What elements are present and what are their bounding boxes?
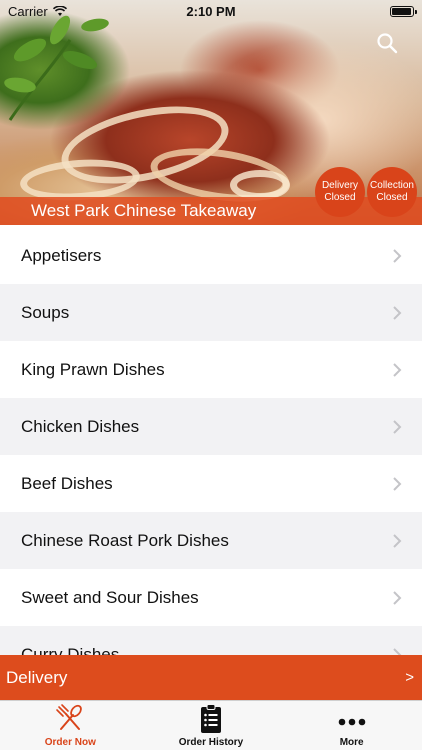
delivery-status-badge: Delivery Closed (315, 167, 365, 217)
collection-status-line1: Collection (370, 180, 414, 191)
menu-item-label: King Prawn Dishes (21, 359, 165, 379)
fork-knife-icon (56, 704, 83, 730)
chevron-right-icon (393, 590, 402, 605)
menu-item-label: Curry Dishes (21, 644, 120, 656)
tab-label: More (339, 737, 364, 748)
wifi-icon (52, 5, 67, 16)
chevron-right-icon (393, 248, 402, 263)
collection-status-line2: Closed (376, 192, 408, 203)
delivery-mode-label: Delivery (6, 667, 68, 687)
tab-order-now[interactable]: Order Now (0, 701, 141, 750)
tab-more[interactable]: More (281, 701, 422, 750)
search-icon[interactable] (376, 32, 398, 54)
menu-item-curry[interactable]: Curry Dishes (0, 626, 422, 655)
status-bar: Carrier 2:10 PM (0, 0, 422, 22)
menu-item-beef[interactable]: Beef Dishes (0, 455, 422, 512)
chevron-right-icon (393, 533, 402, 548)
menu-item-label: Appetisers (21, 245, 102, 265)
tab-label: Order History (178, 737, 244, 748)
clipboard-icon (201, 704, 221, 733)
menu-item-appetisers[interactable]: Appetisers (0, 227, 422, 284)
menu-item-soups[interactable]: Soups (0, 284, 422, 341)
battery-icon (390, 5, 417, 17)
chevron-right-icon (393, 647, 402, 655)
tab-bar: Order Now Order History More (0, 700, 422, 750)
chevron-right-icon (393, 476, 402, 491)
tab-order-history[interactable]: Order History (141, 701, 282, 750)
delivery-arrow-icon: > (405, 669, 414, 686)
menu-item-roast-pork[interactable]: Chinese Roast Pork Dishes (0, 512, 422, 569)
menu-item-label: Soups (21, 302, 70, 322)
menu-item-chicken[interactable]: Chicken Dishes (0, 398, 422, 455)
delivery-status-line2: Closed (324, 192, 356, 203)
menu-item-label: Beef Dishes (21, 473, 113, 493)
restaurant-name: West Park Chinese Takeaway (31, 201, 257, 220)
more-dots-icon (338, 718, 365, 726)
delivery-mode-bar[interactable]: Delivery > (0, 655, 422, 700)
menu-category-list[interactable]: Appetisers Soups King Prawn Dishes Chick… (0, 227, 422, 655)
status-time: 2:10 PM (186, 3, 236, 19)
menu-item-label: Chinese Roast Pork Dishes (21, 530, 229, 550)
collection-status-badge: Collection Closed (367, 167, 417, 217)
menu-item-king-prawn[interactable]: King Prawn Dishes (0, 341, 422, 398)
menu-item-label: Sweet and Sour Dishes (21, 587, 199, 607)
chevron-right-icon (393, 419, 402, 434)
chevron-right-icon (393, 305, 402, 320)
tab-label: Order Now (44, 737, 96, 748)
chevron-right-icon (393, 362, 402, 377)
carrier-label: Carrier (8, 3, 48, 19)
delivery-status-line1: Delivery (321, 180, 359, 191)
menu-item-label: Chicken Dishes (21, 416, 140, 436)
menu-item-sweet-sour[interactable]: Sweet and Sour Dishes (0, 569, 422, 626)
